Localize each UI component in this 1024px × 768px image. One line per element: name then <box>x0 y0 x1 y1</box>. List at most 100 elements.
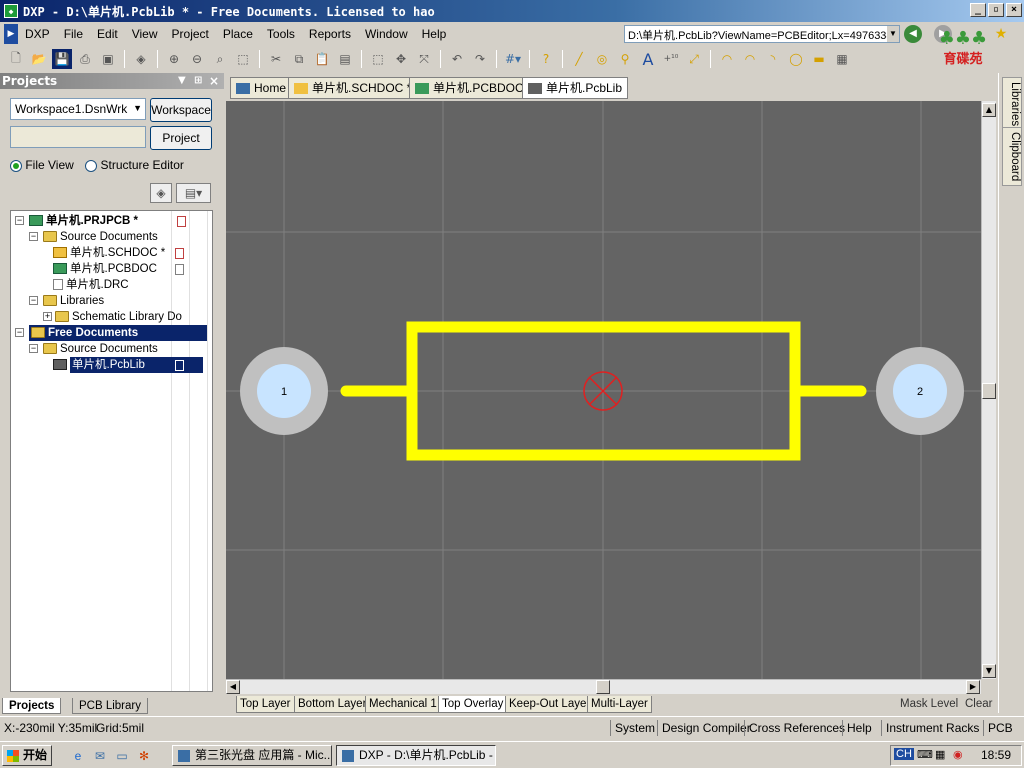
zoom-fit-icon[interactable]: ⌕ <box>210 49 230 69</box>
circle-icon[interactable]: ◯ <box>786 49 806 69</box>
place-coordinate-icon[interactable]: +¹⁰ <box>661 49 681 69</box>
pcb-canvas[interactable]: 1 2 <box>226 101 981 679</box>
start-button[interactable]: 开始 <box>2 745 52 766</box>
task-dxp[interactable]: DXP - D:\单片机.PcbLib - ... <box>336 745 496 766</box>
tree-item[interactable]: 单片机.PcbLib <box>53 357 205 373</box>
select-area-icon[interactable]: ⬚ <box>368 49 388 69</box>
tree-item[interactable]: 单片机.SCHDOC * <box>53 245 209 261</box>
project-input[interactable] <box>10 126 146 148</box>
horizontal-scrollbar[interactable]: ◀ ▶ <box>226 679 981 694</box>
move-icon[interactable]: ✥ <box>391 49 411 69</box>
zoom-out-icon[interactable]: ⊖ <box>187 49 207 69</box>
arc-center-icon[interactable]: ◠ <box>717 49 737 69</box>
paste-icon[interactable]: 📋 <box>312 49 332 69</box>
tab-home[interactable]: Home <box>230 77 293 99</box>
tab-multi-layer[interactable]: Multi-Layer <box>587 696 652 713</box>
structure-editor-radio[interactable] <box>85 159 98 172</box>
grid-icon[interactable]: #▾ <box>503 49 523 69</box>
open-icon[interactable]: 📂 <box>29 49 49 69</box>
workspace-layers-icon[interactable]: ◈ <box>150 183 172 203</box>
media-icon[interactable]: ✻ <box>134 746 154 766</box>
scroll-up-icon[interactable]: ▲ <box>982 103 996 117</box>
clock[interactable]: 18:59 <box>981 748 1011 762</box>
panel-close-icon[interactable]: × <box>209 73 219 89</box>
compile-menu-icon[interactable]: ▤▾ <box>176 183 211 203</box>
restore-button[interactable]: ▫ <box>988 3 1004 17</box>
tab-keep-out-layer[interactable]: Keep-Out Layer <box>505 696 595 713</box>
keyboard-icon[interactable]: ⌨ <box>917 748 933 761</box>
place-string-icon[interactable]: A <box>638 49 658 69</box>
tab-bottom-layer[interactable]: Bottom Layer <box>294 696 371 713</box>
menu-project[interactable]: Project <box>165 27 216 41</box>
desktop-icon[interactable]: ▭ <box>112 746 132 766</box>
menu-dxp[interactable]: DXP <box>18 27 57 41</box>
help-icon[interactable]: ? <box>536 49 556 69</box>
file-view-radio[interactable] <box>10 159 22 172</box>
tab-pcbdoc[interactable]: 单片机.PCBDOC <box>409 77 530 99</box>
network-icon[interactable]: ▦ <box>935 748 945 761</box>
tree-item[interactable]: − 单片机.PRJPCB * <box>13 213 209 229</box>
instrument-racks-button[interactable]: Instrument Racks <box>881 720 983 736</box>
project-button[interactable]: Project <box>150 126 212 150</box>
design-compiler-button[interactable]: Design Compiler <box>657 720 755 736</box>
chevron-down-icon[interactable]: ▼ <box>887 26 899 42</box>
layers-icon[interactable]: ◈ <box>131 49 151 69</box>
pin-icon[interactable]: ⊞ <box>194 73 202 89</box>
back-icon[interactable]: ◀ <box>904 25 922 43</box>
minimize-button[interactable]: _ <box>970 3 986 17</box>
tab-projects[interactable]: Projects <box>2 698 62 714</box>
print-preview-icon[interactable]: ▣ <box>98 49 118 69</box>
fill-icon[interactable]: ▬ <box>809 49 829 69</box>
place-line-icon[interactable]: ╱ <box>569 49 589 69</box>
task-word[interactable]: 第三张光盘 应用篇 - Mic... <box>172 745 332 766</box>
zoom-area-icon[interactable]: ⬚ <box>233 49 253 69</box>
save-icon[interactable]: 💾 <box>52 49 72 69</box>
scroll-left-icon[interactable]: ◀ <box>226 680 240 694</box>
address-field[interactable]: D:\单片机.PcbLib?ViewName=PCBEditor;Lx=4976… <box>624 25 900 43</box>
tab-pcb-library[interactable]: PCB Library <box>72 698 148 714</box>
deselect-icon[interactable]: ⤧ <box>414 49 434 69</box>
tree-item[interactable]: + Schematic Library Do <box>13 309 209 325</box>
system-button[interactable]: System <box>610 720 659 736</box>
tab-schdoc[interactable]: 单片机.SCHDOC * <box>288 77 418 99</box>
antivirus-icon[interactable]: ◉ <box>953 748 963 761</box>
ime-indicator[interactable]: CH <box>894 748 914 760</box>
place-via-icon[interactable]: ⚲ <box>615 49 635 69</box>
redo-icon[interactable]: ↷ <box>470 49 490 69</box>
menu-place[interactable]: Place <box>216 27 260 41</box>
mask-level-button[interactable]: Mask Level <box>900 696 958 713</box>
arc-edge-icon[interactable]: ◠ <box>740 49 760 69</box>
zoom-in-icon[interactable]: ⊕ <box>164 49 184 69</box>
tab-top-overlay[interactable]: Top Overlay <box>438 696 508 713</box>
tree-item[interactable]: − Free Documents <box>13 325 207 341</box>
undo-icon[interactable]: ↶ <box>447 49 467 69</box>
tab-pcblib[interactable]: 单片机.PcbLib <box>522 77 629 99</box>
rubber-stamp-icon[interactable]: ▤ <box>335 49 355 69</box>
ie-icon[interactable]: e <box>68 746 88 766</box>
tab-mechanical-1[interactable]: Mechanical 1 <box>365 696 441 713</box>
scroll-thumb[interactable] <box>982 383 996 399</box>
chevron-down-icon[interactable]: ▼ <box>133 103 142 113</box>
array-paste-icon[interactable]: ▦ <box>832 49 852 69</box>
tree-item[interactable]: 单片机.DRC <box>53 277 129 293</box>
close-button[interactable]: × <box>1006 3 1022 17</box>
menu-edit[interactable]: Edit <box>90 27 125 41</box>
tree-item[interactable]: 单片机.PCBDOC <box>53 261 209 277</box>
cross-references-button[interactable]: Cross References <box>744 720 849 736</box>
new-icon[interactable]: 🗋 <box>6 49 26 69</box>
file-view-label[interactable]: File View <box>25 158 73 172</box>
workspace-button[interactable]: Workspace <box>150 98 212 122</box>
help-button[interactable]: Help <box>842 720 876 736</box>
vertical-scrollbar[interactable]: ▲ ▼ <box>981 101 996 679</box>
menu-help[interactable]: Help <box>415 27 454 41</box>
clipboard-panel-tab[interactable]: Clipboard <box>1002 127 1022 187</box>
scroll-thumb[interactable] <box>596 680 610 694</box>
menu-tools[interactable]: Tools <box>260 27 302 41</box>
outlook-icon[interactable]: ✉ <box>90 746 110 766</box>
tab-top-layer[interactable]: Top Layer <box>236 696 295 713</box>
place-pad-icon[interactable]: ◎ <box>592 49 612 69</box>
copy-icon[interactable]: ⧉ <box>289 49 309 69</box>
arc-any-icon[interactable]: ◝ <box>763 49 783 69</box>
panel-menu-icon[interactable]: ▼ <box>178 73 186 89</box>
libraries-panel-tab[interactable]: Libraries <box>1002 77 1022 132</box>
